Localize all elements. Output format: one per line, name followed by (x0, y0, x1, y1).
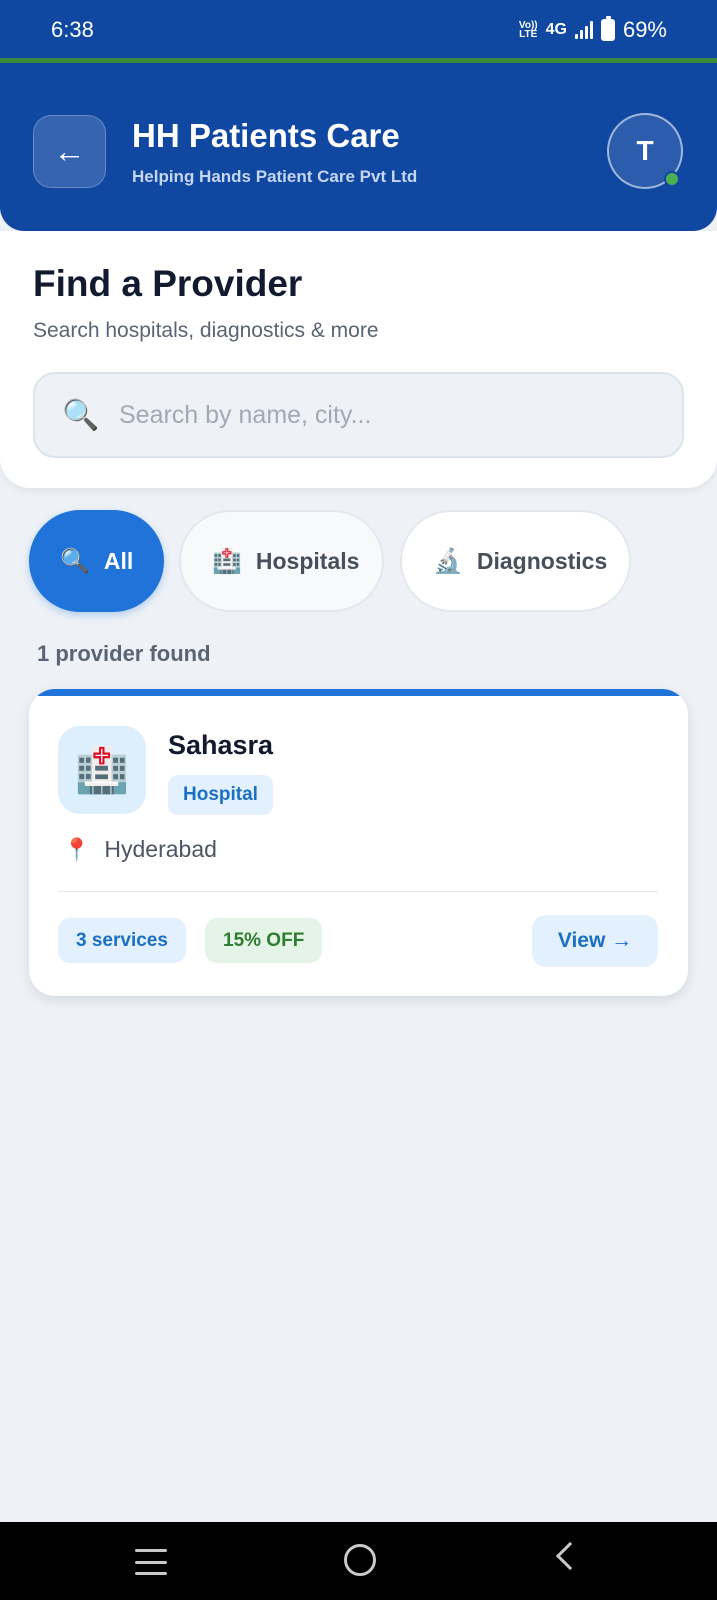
provider-icon-box: 🏥 (58, 726, 146, 814)
hospital-icon: 🏥 (74, 746, 130, 795)
provider-name: Sahasra (168, 730, 274, 760)
back-button[interactable]: ← (33, 115, 106, 188)
search-panel: Find a Provider Search hospitals, diagno… (0, 231, 717, 488)
status-bar: 6:38 Vo)) LTE 4G 69% (0, 0, 717, 58)
signal-icon (574, 21, 593, 39)
avatar-initial: T (636, 135, 654, 166)
filter-chip-label: Hospitals (255, 547, 360, 574)
pin-icon: 📍 (63, 836, 91, 862)
battery-icon (600, 16, 615, 41)
filter-chip-label: All (103, 547, 134, 574)
provider-location: 📍 Hyderabad (63, 836, 217, 863)
search-box[interactable]: 🔍 (33, 372, 684, 458)
hospital-icon: 🏥 (212, 547, 242, 575)
location-text: Hyderabad (104, 836, 217, 862)
app-header: ← HH Patients Care Helping Hands Patient… (0, 63, 717, 231)
search-input[interactable] (119, 374, 659, 456)
card-accent-bar (29, 689, 688, 696)
filter-chip-hospitals[interactable]: 🏥 Hospitals (179, 510, 384, 612)
page-subtitle: Search hospitals, diagnostics & more (33, 319, 379, 342)
home-icon[interactable] (344, 1544, 376, 1576)
app-subtitle: Helping Hands Patient Care Pvt Ltd (132, 167, 418, 186)
status-time: 6:38 (51, 17, 94, 42)
microscope-icon: 🔬 (433, 547, 463, 575)
back-nav-icon[interactable] (555, 1541, 585, 1571)
volte-icon: Vo)) LTE (518, 20, 538, 40)
filter-chip-label: Diagnostics (476, 547, 608, 574)
card-divider (58, 891, 658, 892)
provider-type-badge: Hospital (168, 775, 273, 815)
filter-chip-all[interactable]: 🔍 All (29, 510, 164, 612)
arrow-left-icon: ← (53, 133, 86, 169)
network-type: 4G (545, 21, 567, 38)
offer-badge: 15% OFF (205, 918, 323, 963)
services-badge: 3 services (58, 918, 186, 963)
view-button[interactable]: View → (532, 915, 658, 967)
battery-level: 69% (622, 17, 667, 42)
system-nav-bar (0, 1522, 717, 1600)
recent-apps-icon[interactable] (135, 1549, 167, 1575)
status-icons: Vo)) LTE 4G 69% (518, 16, 667, 43)
search-icon: 🔍 (62, 399, 100, 432)
filter-chip-diagnostics[interactable]: 🔬 Diagnostics (400, 510, 631, 612)
result-count: 1 provider found (37, 641, 211, 666)
app-title: HH Patients Care (132, 117, 400, 154)
online-status-dot (664, 171, 680, 187)
search-icon: 🔍 (60, 547, 90, 575)
provider-card[interactable]: 🏥 Sahasra Hospital 📍 Hyderabad 3 service… (29, 689, 688, 996)
page-title: Find a Provider (33, 263, 303, 304)
